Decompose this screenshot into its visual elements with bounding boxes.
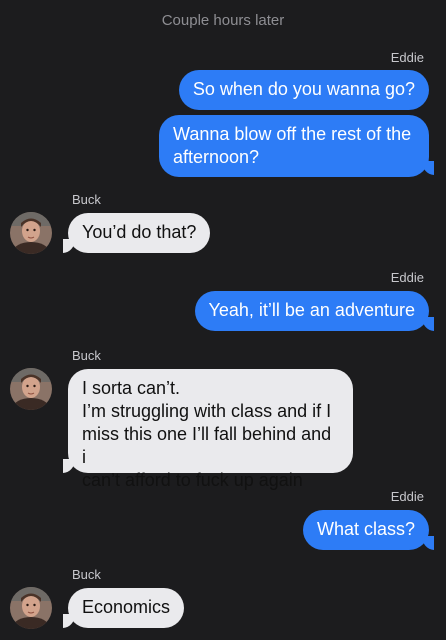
contact-avatar[interactable] (10, 212, 52, 254)
incoming-message-bubble[interactable]: Economics (68, 588, 185, 628)
outgoing-message-bubble[interactable]: Wanna blow off the rest of the afternoon… (159, 115, 429, 177)
incoming-bubble-tail (63, 614, 75, 628)
outgoing-message-bubble[interactable]: What class? (302, 510, 429, 550)
person-avatar-icon (10, 587, 52, 629)
sender-name-buck: Buck (72, 192, 101, 207)
outgoing-message-bubble[interactable]: So when do you wanna go? (178, 70, 429, 110)
outgoing-bubble-tail (422, 317, 434, 331)
incoming-message-bubble[interactable]: You’d do that? (68, 213, 211, 253)
sender-name-buck: Buck (72, 348, 101, 363)
contact-avatar[interactable] (10, 587, 52, 629)
outgoing-message-bubble[interactable]: Yeah, it’ll be an adventure (194, 291, 429, 331)
person-avatar-icon (10, 368, 52, 410)
incoming-bubble-tail (63, 459, 75, 473)
conversation-timestamp: Couple hours later (161, 12, 285, 29)
incoming-bubble-tail (63, 239, 75, 253)
sender-name-eddie: Eddie (390, 489, 424, 504)
person-avatar-icon (10, 212, 52, 254)
sender-name-buck: Buck (72, 567, 101, 582)
sender-name-eddie: Eddie (390, 50, 424, 65)
sender-name-eddie: Eddie (390, 270, 424, 285)
outgoing-bubble-tail (422, 161, 434, 175)
incoming-message-bubble[interactable]: I sorta can’t. I’m struggling with class… (68, 369, 353, 490)
contact-avatar[interactable] (10, 368, 52, 410)
outgoing-bubble-tail (422, 536, 434, 550)
